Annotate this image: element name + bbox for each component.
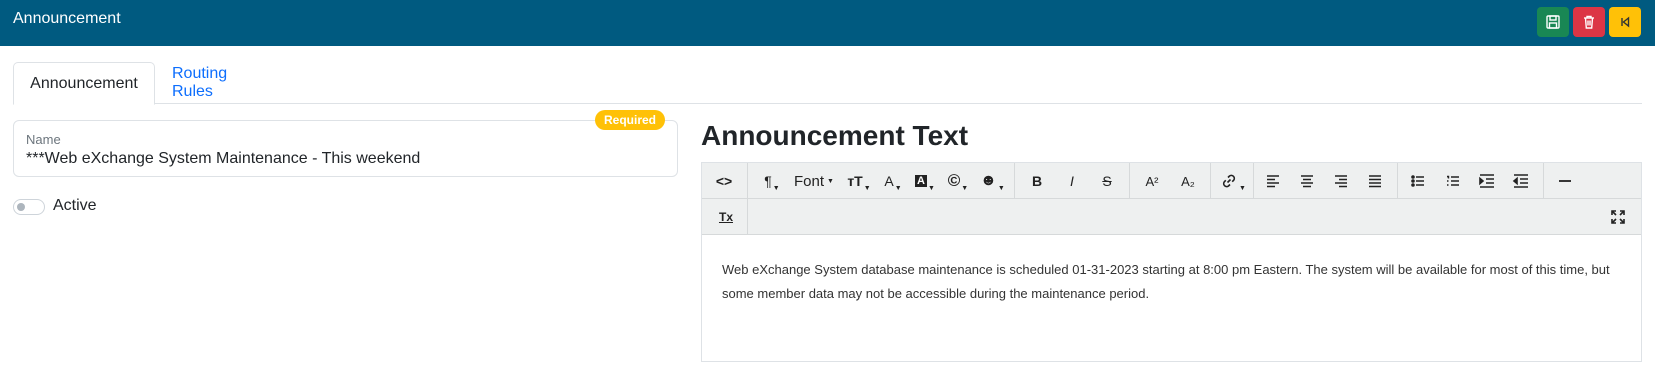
align-center-icon (1301, 175, 1313, 188)
page-title: Announcement (13, 10, 121, 27)
text-color-button[interactable]: A ▼ (881, 169, 905, 193)
insert-link-button[interactable]: ▼ (1220, 169, 1246, 193)
text-color-icon: A (884, 173, 894, 189)
rich-text-editor: <> ¶ ▼ Font ▼ тT ▼ A ▼ A ▼ © ▼ ☻ ▼ B I S A² A₂ … (701, 162, 1642, 362)
ordered-list-button[interactable] (1441, 169, 1465, 193)
align-right-button[interactable] (1329, 169, 1353, 193)
toolbar-row-2: Tx (702, 199, 1641, 235)
name-field-label: Name (26, 132, 61, 147)
tab-announcement[interactable]: Announcement (13, 62, 155, 105)
paragraph-format-button[interactable]: ¶ ▼ (760, 169, 784, 193)
editor-content[interactable]: Web eXchange System database maintenance… (722, 258, 1627, 306)
required-badge: Required (595, 110, 666, 130)
fullscreen-icon (1611, 210, 1625, 224)
italic-button[interactable]: I (1060, 169, 1084, 193)
tab-bar: Announcement Routing Rules (13, 62, 1642, 105)
copyright-icon: © (947, 171, 961, 190)
italic-icon: I (1070, 173, 1074, 189)
align-justify-icon (1369, 175, 1381, 188)
subscript-icon: A₂ (1181, 173, 1195, 189)
font-size-button[interactable]: тT ▼ (847, 169, 871, 193)
back-button[interactable] (1609, 7, 1641, 37)
align-justify-button[interactable] (1363, 169, 1387, 193)
font-label: Font (794, 172, 825, 190)
align-left-icon (1267, 175, 1279, 188)
numbered-list-icon (1447, 175, 1459, 186)
active-label: Active (53, 197, 97, 214)
tab-routing-rules[interactable]: Routing Rules (156, 62, 288, 104)
outdent-button[interactable] (1509, 169, 1533, 193)
align-right-icon (1335, 175, 1347, 188)
font-size-icon: тT (847, 173, 863, 189)
fullscreen-button[interactable] (1606, 205, 1630, 229)
bullet-list-icon (1411, 175, 1424, 187)
align-center-button[interactable] (1295, 169, 1319, 193)
outdent-icon (1512, 174, 1528, 188)
subscript-button[interactable]: A₂ (1176, 169, 1200, 193)
save-button[interactable] (1537, 7, 1569, 37)
name-field[interactable]: Name ***Web eXchange System Maintenance … (13, 120, 678, 177)
superscript-icon: A² (1145, 173, 1159, 189)
announcement-text-heading: Announcement Text (701, 120, 969, 151)
active-toggle[interactable] (13, 199, 45, 215)
code-view-icon: <> (715, 173, 733, 189)
save-icon (1546, 15, 1560, 29)
special-characters-button[interactable]: © ▼ (946, 169, 970, 193)
link-icon (1222, 174, 1236, 188)
horizontal-line-icon (1559, 180, 1571, 182)
strikethrough-button[interactable]: S (1095, 169, 1119, 193)
paragraph-icon: ¶ (764, 173, 772, 189)
font-family-button[interactable]: Font ▼ (794, 169, 834, 193)
delete-button[interactable] (1573, 7, 1605, 37)
name-field-value[interactable]: ***Web eXchange System Maintenance - Thi… (26, 150, 420, 168)
superscript-button[interactable]: A² (1140, 169, 1164, 193)
toggle-knob (17, 203, 25, 211)
skip-back-icon (1621, 16, 1630, 28)
indent-button[interactable] (1475, 169, 1499, 193)
clear-formatting-icon: Tx (718, 210, 733, 224)
align-left-button[interactable] (1261, 169, 1285, 193)
unordered-list-button[interactable] (1406, 169, 1430, 193)
indent-icon (1479, 174, 1494, 188)
background-color-button[interactable]: A ▼ (913, 169, 937, 193)
bold-button[interactable]: B (1025, 169, 1049, 193)
app-header: Announcement (0, 0, 1655, 46)
toolbar-row-1: <> ¶ ▼ Font ▼ тT ▼ A ▼ A ▼ © ▼ ☻ ▼ B I S A² A₂ … (702, 163, 1641, 199)
editor-toolbar: <> ¶ ▼ Font ▼ тT ▼ A ▼ A ▼ © ▼ ☻ ▼ B I S A² A₂ … (702, 163, 1641, 235)
emoticons-button[interactable]: ☻ ▼ (980, 169, 1005, 193)
bold-icon: B (1031, 173, 1043, 189)
strikethrough-icon: S (1102, 173, 1112, 189)
horizontal-line-button[interactable] (1553, 169, 1577, 193)
clear-formatting-button[interactable]: Tx (714, 205, 738, 229)
code-view-button[interactable]: <> (712, 169, 736, 193)
trash-icon (1584, 15, 1594, 29)
background-color-icon: A (915, 175, 927, 187)
emoji-icon: ☻ (980, 172, 997, 189)
